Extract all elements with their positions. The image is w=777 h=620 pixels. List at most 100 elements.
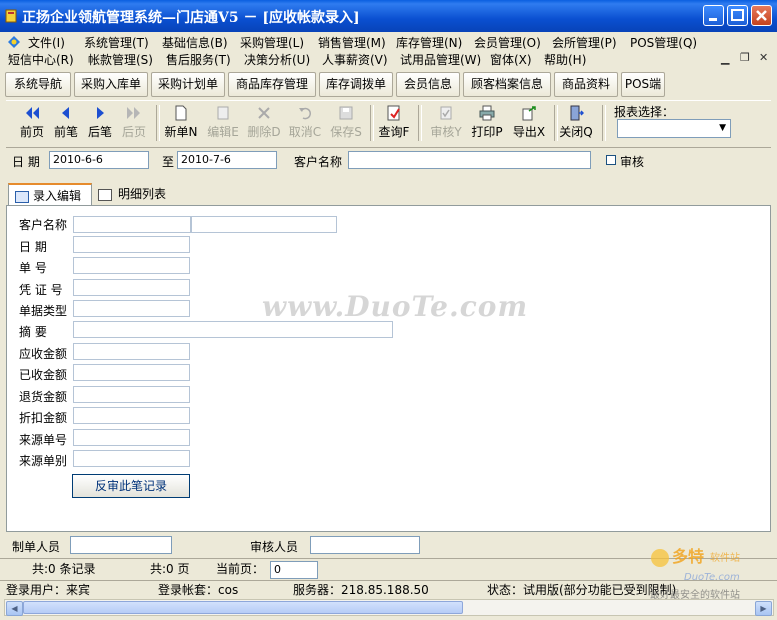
save-button[interactable]: 保存S xyxy=(326,103,366,143)
number-input[interactable] xyxy=(73,257,190,274)
menu-sms[interactable]: 短信中心(R) xyxy=(8,51,74,68)
edit-icon xyxy=(217,106,229,120)
app-menu-icon[interactable] xyxy=(7,35,21,49)
audit-checkbox[interactable] xyxy=(606,155,616,165)
source-no-label: 来源单号 xyxy=(19,433,68,447)
close-icon xyxy=(756,10,767,21)
current-page-input[interactable]: 0 xyxy=(270,561,318,579)
received-label: 已收金额 xyxy=(19,368,68,382)
nav-purchase-plan[interactable]: 采购计划单 xyxy=(151,72,225,97)
close-door-icon xyxy=(570,105,584,121)
new-doc-button[interactable]: 新单N xyxy=(161,103,201,143)
current-page-label: 当前页： xyxy=(216,562,265,576)
menu-analysis[interactable]: 决策分析(U) xyxy=(244,51,310,68)
query-button[interactable]: 查询F xyxy=(374,103,414,143)
doc-type-input[interactable] xyxy=(73,300,190,317)
view-tabs: 录入编辑 明细列表 xyxy=(6,180,771,206)
minimize-button[interactable] xyxy=(703,5,724,26)
menu-after-sales[interactable]: 售后服务(T) xyxy=(166,51,231,68)
maximize-button[interactable] xyxy=(727,5,748,26)
menu-trial[interactable]: 试用品管理(W) xyxy=(400,51,481,68)
menu-help[interactable]: 帮助(H) xyxy=(544,51,586,68)
delete-button[interactable]: 删除D xyxy=(244,103,284,143)
total-records: 共:0 条记录 xyxy=(32,562,96,576)
source-no-input[interactable] xyxy=(73,429,190,446)
menu-basic-info[interactable]: 基础信息(B) xyxy=(162,34,228,51)
customer-input[interactable] xyxy=(73,216,191,233)
menu-club[interactable]: 会所管理(P) xyxy=(552,34,617,51)
last-page-button[interactable]: 后页 xyxy=(114,103,154,143)
double-left-arrow-icon xyxy=(26,107,39,119)
login-user: 登录用户：来宾 xyxy=(6,583,91,597)
voucher-input[interactable] xyxy=(73,279,190,296)
customer-name-display[interactable] xyxy=(191,216,337,233)
summary-input[interactable] xyxy=(73,321,393,338)
close-form-button[interactable]: 关闭Q xyxy=(556,103,596,143)
customer-filter-input[interactable] xyxy=(348,151,591,169)
delete-icon xyxy=(258,107,270,119)
nav-stock-transfer[interactable]: 库存调拨单 xyxy=(319,72,393,97)
menu-pos[interactable]: POS管理(Q) xyxy=(630,34,697,51)
left-arrow-icon xyxy=(62,107,69,119)
menu-stock[interactable]: 库存管理(N) xyxy=(396,34,462,51)
edit-button[interactable]: 编辑E xyxy=(203,103,243,143)
nav-stock-management[interactable]: 商品库存管理 xyxy=(228,72,316,97)
save-icon xyxy=(339,106,353,120)
menu-member[interactable]: 会员管理(O) xyxy=(474,34,541,51)
receivable-input[interactable] xyxy=(73,343,190,360)
nav-purchase-inbound[interactable]: 采购入库单 xyxy=(74,72,148,97)
discount-input[interactable] xyxy=(73,407,190,424)
mdi-minimize-icon[interactable]: ▁ xyxy=(721,52,729,65)
returned-label: 退货金额 xyxy=(19,390,68,404)
approve-button[interactable]: 审核Y xyxy=(426,103,466,143)
auditor-input[interactable] xyxy=(310,536,420,554)
mdi-close-icon[interactable]: ✕ xyxy=(759,51,768,64)
source-type-input[interactable] xyxy=(73,450,190,467)
menu-sales[interactable]: 销售管理(M) xyxy=(318,34,386,51)
review-record-button[interactable]: 反审此笔记录 xyxy=(72,474,190,498)
scroll-left-icon[interactable]: ◀ xyxy=(6,601,23,616)
doc-type-label: 单据类型 xyxy=(19,304,68,318)
report-select-dropdown[interactable]: ▼ xyxy=(617,119,731,138)
customer-filter-label: 客户名称 xyxy=(294,155,343,169)
tab-detail[interactable]: 明细列表 xyxy=(92,183,188,205)
date-from-input[interactable]: 2010-6-6 xyxy=(49,151,149,169)
summary-label: 摘 要 xyxy=(19,325,47,339)
nav-system-guide[interactable]: 系统导航 xyxy=(5,72,71,97)
nav-product-info[interactable]: 商品资料 xyxy=(554,72,618,97)
menu-window[interactable]: 窗体(X) xyxy=(490,51,532,68)
nav-customer-file[interactable]: 顾客档案信息 xyxy=(463,72,551,97)
export-button[interactable]: 导出X xyxy=(509,103,549,143)
number-label: 单 号 xyxy=(19,261,47,275)
menu-purchase[interactable]: 采购管理(L) xyxy=(240,34,304,51)
menu-system[interactable]: 系统管理(T) xyxy=(84,34,149,51)
svg-text:DuoTe.com: DuoTe.com xyxy=(684,572,740,583)
cancel-button[interactable]: 取消C xyxy=(285,103,325,143)
tab-edit[interactable]: 录入编辑 xyxy=(8,183,92,205)
server-address: 服务器：218.85.188.50 xyxy=(293,583,429,597)
menu-hr[interactable]: 人事薪资(V) xyxy=(322,51,388,68)
creator-input[interactable] xyxy=(70,536,172,554)
approve-icon xyxy=(440,106,452,120)
date-to-input[interactable]: 2010-7-6 xyxy=(177,151,277,169)
scroll-thumb[interactable] xyxy=(23,601,463,614)
app-icon xyxy=(5,9,17,23)
login-account: 登录帐套：cos xyxy=(158,583,239,597)
close-window-button[interactable] xyxy=(751,5,772,26)
watermark: www.DuoTe.com xyxy=(262,290,529,323)
export-icon xyxy=(522,106,536,121)
nav-pos[interactable]: POS端 xyxy=(621,72,665,97)
toolbar-separator xyxy=(156,105,160,141)
list-icon xyxy=(98,188,112,201)
returned-input[interactable] xyxy=(73,386,190,403)
svg-text:多特: 多特 xyxy=(672,547,704,566)
nav-member-info[interactable]: 会员信息 xyxy=(396,72,460,97)
creator-label: 制单人员 xyxy=(12,540,61,554)
date-field-input[interactable] xyxy=(73,236,190,253)
title-bar: 正扬企业领航管理系统—门店通V5 － [应收帐款录入] xyxy=(0,0,777,32)
mdi-restore-icon[interactable]: ❐ xyxy=(740,51,750,64)
menu-file[interactable]: 文件(I) xyxy=(28,34,65,51)
received-input[interactable] xyxy=(73,364,190,381)
print-button[interactable]: 打印P xyxy=(467,103,507,143)
menu-accounts[interactable]: 帐款管理(S) xyxy=(88,51,153,68)
